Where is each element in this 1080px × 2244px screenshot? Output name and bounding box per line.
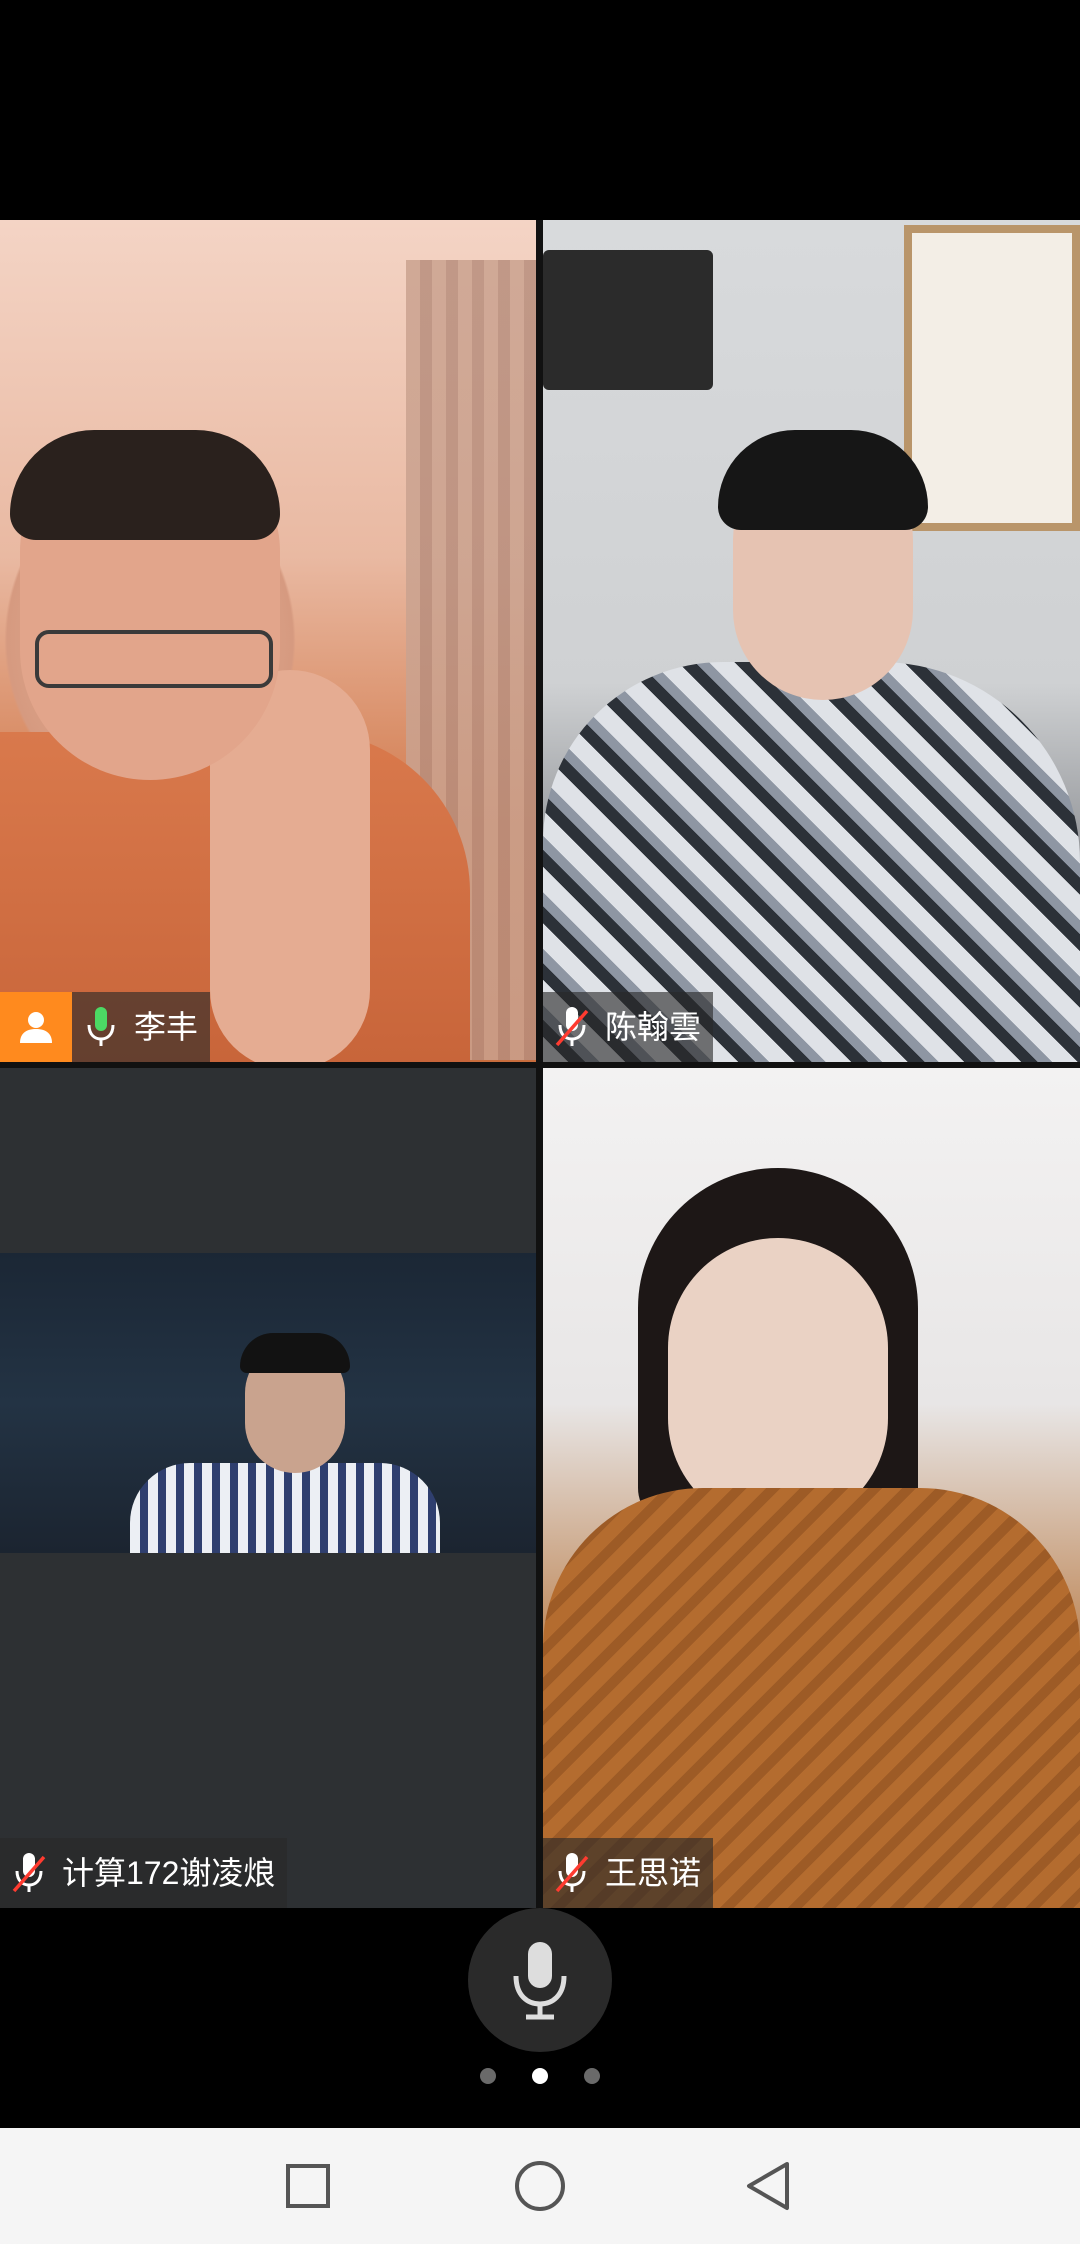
participant-name: 计算172谢凌烺 (62, 1855, 276, 1891)
participant-name: 李丰 (134, 1009, 199, 1045)
circle-icon (515, 2161, 565, 2211)
participant-video (543, 1068, 1080, 1908)
page-dot-1[interactable] (480, 2068, 496, 2084)
participant-tile-3[interactable]: 计算172谢凌烺 (0, 1068, 536, 1908)
system-navigation-bar (0, 2128, 1080, 2244)
participant-tile-4[interactable]: 王思诺 (543, 1068, 1080, 1908)
participant-name: 陈翰雲 (605, 1009, 702, 1045)
triangle-back-icon (747, 2162, 789, 2210)
host-icon (0, 992, 72, 1062)
person-shirt (130, 1463, 440, 1553)
mute-toggle-button[interactable] (468, 1908, 612, 2052)
participant-video (543, 220, 1080, 1062)
person-glasses (35, 630, 273, 688)
participant-nametag: 计算172谢凌烺 (0, 1838, 288, 1908)
participant-tile-1[interactable]: 李丰 (0, 220, 536, 1062)
participant-video (0, 220, 536, 1062)
participant-nametag: 陈翰雲 (543, 992, 714, 1062)
page-dot-3[interactable] (584, 2068, 600, 2084)
square-icon (286, 2164, 330, 2208)
person-hair (718, 430, 928, 530)
page-dot-2[interactable] (532, 2068, 548, 2084)
top-black-area (0, 0, 1080, 220)
microphone-on-icon (72, 992, 130, 1062)
page-indicator (480, 2066, 600, 2086)
video-grid: 李丰 陈翰雲 计算172谢凌烺 王思诺 (0, 220, 1080, 1908)
back-button[interactable] (734, 2152, 802, 2220)
microphone-muted-icon (0, 1838, 58, 1908)
participant-nametag: 李丰 (0, 992, 211, 1062)
person-face (668, 1238, 888, 1528)
participant-nametag: 王思诺 (543, 1838, 714, 1908)
microphone-icon (513, 1942, 567, 2020)
microphone-muted-icon (543, 1838, 601, 1908)
participant-video (0, 1253, 536, 1553)
wall-clock (543, 250, 713, 390)
recent-apps-button[interactable] (274, 2152, 342, 2220)
participant-name: 王思诺 (605, 1855, 702, 1891)
wall-picture-frame (904, 225, 1080, 531)
microphone-muted-icon (543, 992, 601, 1062)
person-hair (10, 430, 280, 540)
home-button[interactable] (506, 2152, 574, 2220)
participant-tile-2[interactable]: 陈翰雲 (543, 220, 1080, 1062)
meeting-controls (0, 1908, 1080, 2128)
video-meeting-screen: 李丰 陈翰雲 计算172谢凌烺 王思诺 (0, 0, 1080, 2244)
person-hair (240, 1333, 350, 1373)
